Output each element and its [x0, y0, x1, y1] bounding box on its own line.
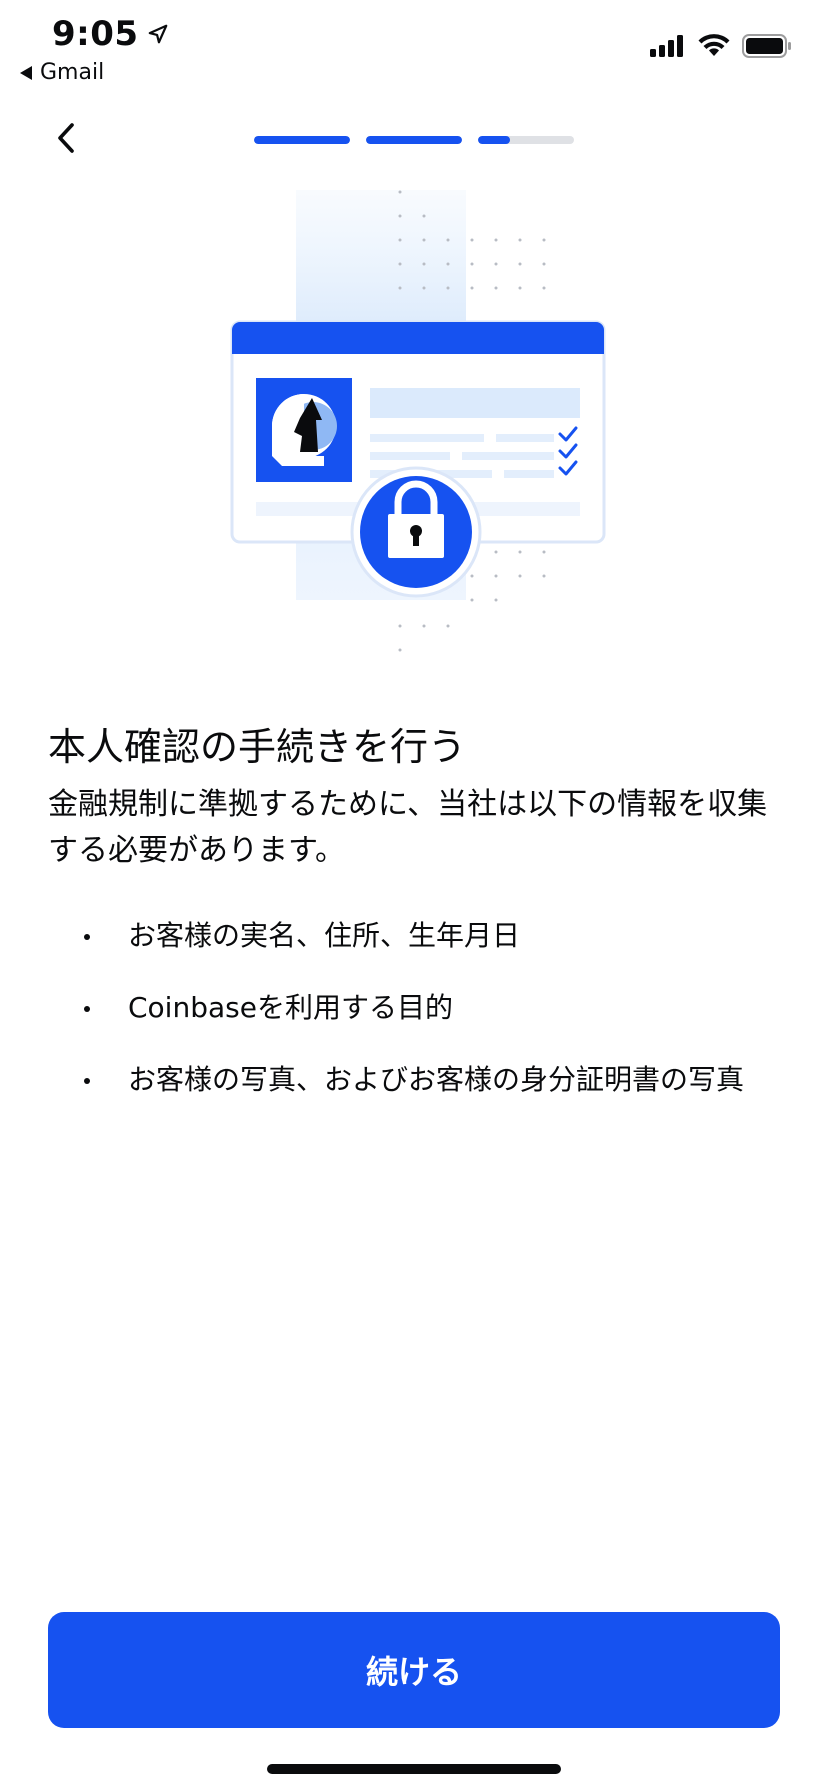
- location-arrow-icon: [148, 24, 167, 44]
- home-indicator: [267, 1764, 561, 1774]
- list-item: Coinbaseを利用する目的: [48, 992, 780, 1024]
- identity-verification-illustration: [230, 190, 606, 652]
- list-item-text: Coinbaseを利用する目的: [128, 991, 453, 1024]
- list-item-text: お客様の写真、およびお客様の身分証明書の写真: [128, 1063, 745, 1096]
- back-button[interactable]: [44, 116, 88, 160]
- list-item-text: お客様の実名、住所、生年月日: [128, 919, 521, 952]
- status-bar-time: 9:05: [52, 14, 169, 54]
- description-text: 金融規制に準拠するために、当社は以下の情報を収集する必要があります。: [48, 787, 768, 868]
- lock-icon: [350, 466, 482, 598]
- bullet-icon: [84, 1078, 90, 1084]
- continue-button[interactable]: 続ける: [48, 1612, 780, 1728]
- back-to-gmail-link[interactable]: Gmail: [20, 60, 104, 85]
- list-item: お客様の実名、住所、生年月日: [48, 920, 780, 952]
- progress-step-3: [478, 136, 574, 144]
- chevron-left-icon: [58, 123, 74, 153]
- step-progress-indicator: [254, 136, 574, 144]
- requirements-list: お客様の実名、住所、生年月日 Coinbaseを利用する目的 お客様の写真、およ…: [48, 920, 780, 1136]
- bullet-icon: [84, 934, 90, 940]
- status-icons: [650, 34, 792, 58]
- back-app-label: Gmail: [40, 60, 105, 85]
- progress-step-2: [366, 136, 462, 144]
- clock-text: 9:05: [52, 14, 139, 54]
- page-title: 本人確認の手続きを行う: [48, 725, 467, 769]
- wifi-icon: [698, 34, 730, 56]
- list-item: お客様の写真、およびお客様の身分証明書の写真: [48, 1064, 780, 1096]
- battery-icon: [742, 34, 791, 58]
- bullet-icon: [84, 1006, 90, 1012]
- back-triangle-icon: [20, 65, 32, 80]
- cellular-signal-icon: [650, 35, 683, 57]
- progress-step-1: [254, 136, 350, 144]
